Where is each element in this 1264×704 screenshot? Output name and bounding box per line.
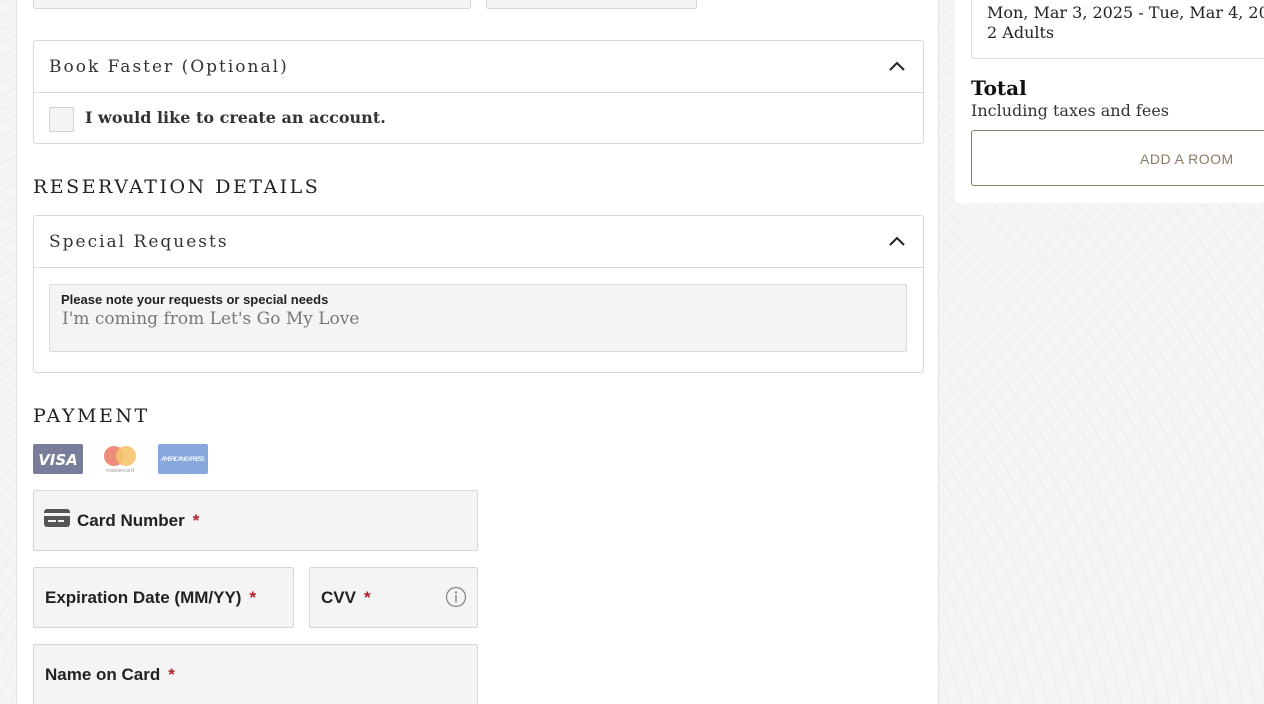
booking-form: Book Faster (Optional) I would like to c…	[16, 0, 939, 704]
create-account-label[interactable]: I would like to create an account.	[85, 108, 386, 127]
amex-text: AMERICAN EXPRESS	[160, 455, 205, 463]
expiration-label: Expiration Date (MM/YY) *	[45, 588, 257, 607]
special-requests-value[interactable]: I'm coming from Let's Go My Love	[62, 309, 359, 329]
create-account-row: I would like to create an account.	[34, 93, 923, 143]
expiration-field[interactable]: Expiration Date (MM/YY) *	[33, 567, 294, 628]
special-requests-body: Please note your requests or special nee…	[34, 268, 923, 372]
special-requests-title: Special Requests	[49, 232, 229, 252]
visa-text: VISA	[38, 451, 78, 469]
add-room-button[interactable]: ADD A ROOM	[971, 130, 1264, 186]
mastercard-text: mastercard	[106, 468, 134, 474]
book-faster-header[interactable]: Book Faster (Optional)	[34, 41, 923, 93]
special-requests-textarea[interactable]: Please note your requests or special nee…	[49, 284, 907, 352]
card-number-field[interactable]: Card Number *	[33, 490, 478, 551]
reservation-details-heading: RESERVATION DETAILS	[33, 176, 321, 198]
required-marker: *	[363, 588, 371, 607]
info-icon[interactable]	[445, 586, 467, 608]
partial-input-left[interactable]	[33, 0, 471, 9]
special-requests-field-label: Please note your requests or special nee…	[61, 292, 329, 307]
create-account-checkbox[interactable]	[49, 107, 74, 132]
add-room-label: ADD A ROOM	[1140, 151, 1234, 167]
required-marker: *	[168, 665, 175, 684]
name-on-card-label: Name on Card *	[45, 665, 175, 684]
amex-card-icon: AMERICAN EXPRESS	[158, 444, 208, 474]
cvv-label: CVV *	[321, 588, 371, 607]
card-number-label: Card Number *	[77, 511, 200, 530]
total-subtext: Including taxes and fees	[971, 101, 1169, 120]
stay-details-card: Mon, Mar 3, 2025 - Tue, Mar 4, 2025 2 Ad…	[971, 0, 1264, 59]
chevron-up-icon[interactable]	[889, 236, 905, 246]
credit-card-icon	[44, 509, 70, 527]
guest-count: 2 Adults	[987, 23, 1055, 42]
chevron-up-icon[interactable]	[889, 61, 905, 71]
book-faster-title: Book Faster (Optional)	[49, 57, 289, 77]
special-requests-header[interactable]: Special Requests	[34, 216, 923, 268]
mastercard-icon: mastercard	[104, 446, 136, 474]
book-faster-panel: Book Faster (Optional) I would like to c…	[33, 40, 924, 144]
reservation-summary: Mon, Mar 3, 2025 - Tue, Mar 4, 2025 2 Ad…	[955, 0, 1264, 203]
cvv-field[interactable]: CVV *	[309, 567, 478, 628]
payment-heading: PAYMENT	[33, 405, 150, 427]
name-on-card-field[interactable]: Name on Card *	[33, 644, 478, 704]
special-requests-panel: Special Requests Please note your reques…	[33, 215, 924, 373]
visa-card-icon: VISA	[33, 444, 83, 474]
required-marker: *	[249, 588, 257, 607]
partial-input-right[interactable]	[486, 0, 697, 9]
total-label: Total	[971, 76, 1027, 100]
required-marker: *	[192, 511, 200, 530]
stay-dates: Mon, Mar 3, 2025 - Tue, Mar 4, 2025	[987, 3, 1264, 22]
